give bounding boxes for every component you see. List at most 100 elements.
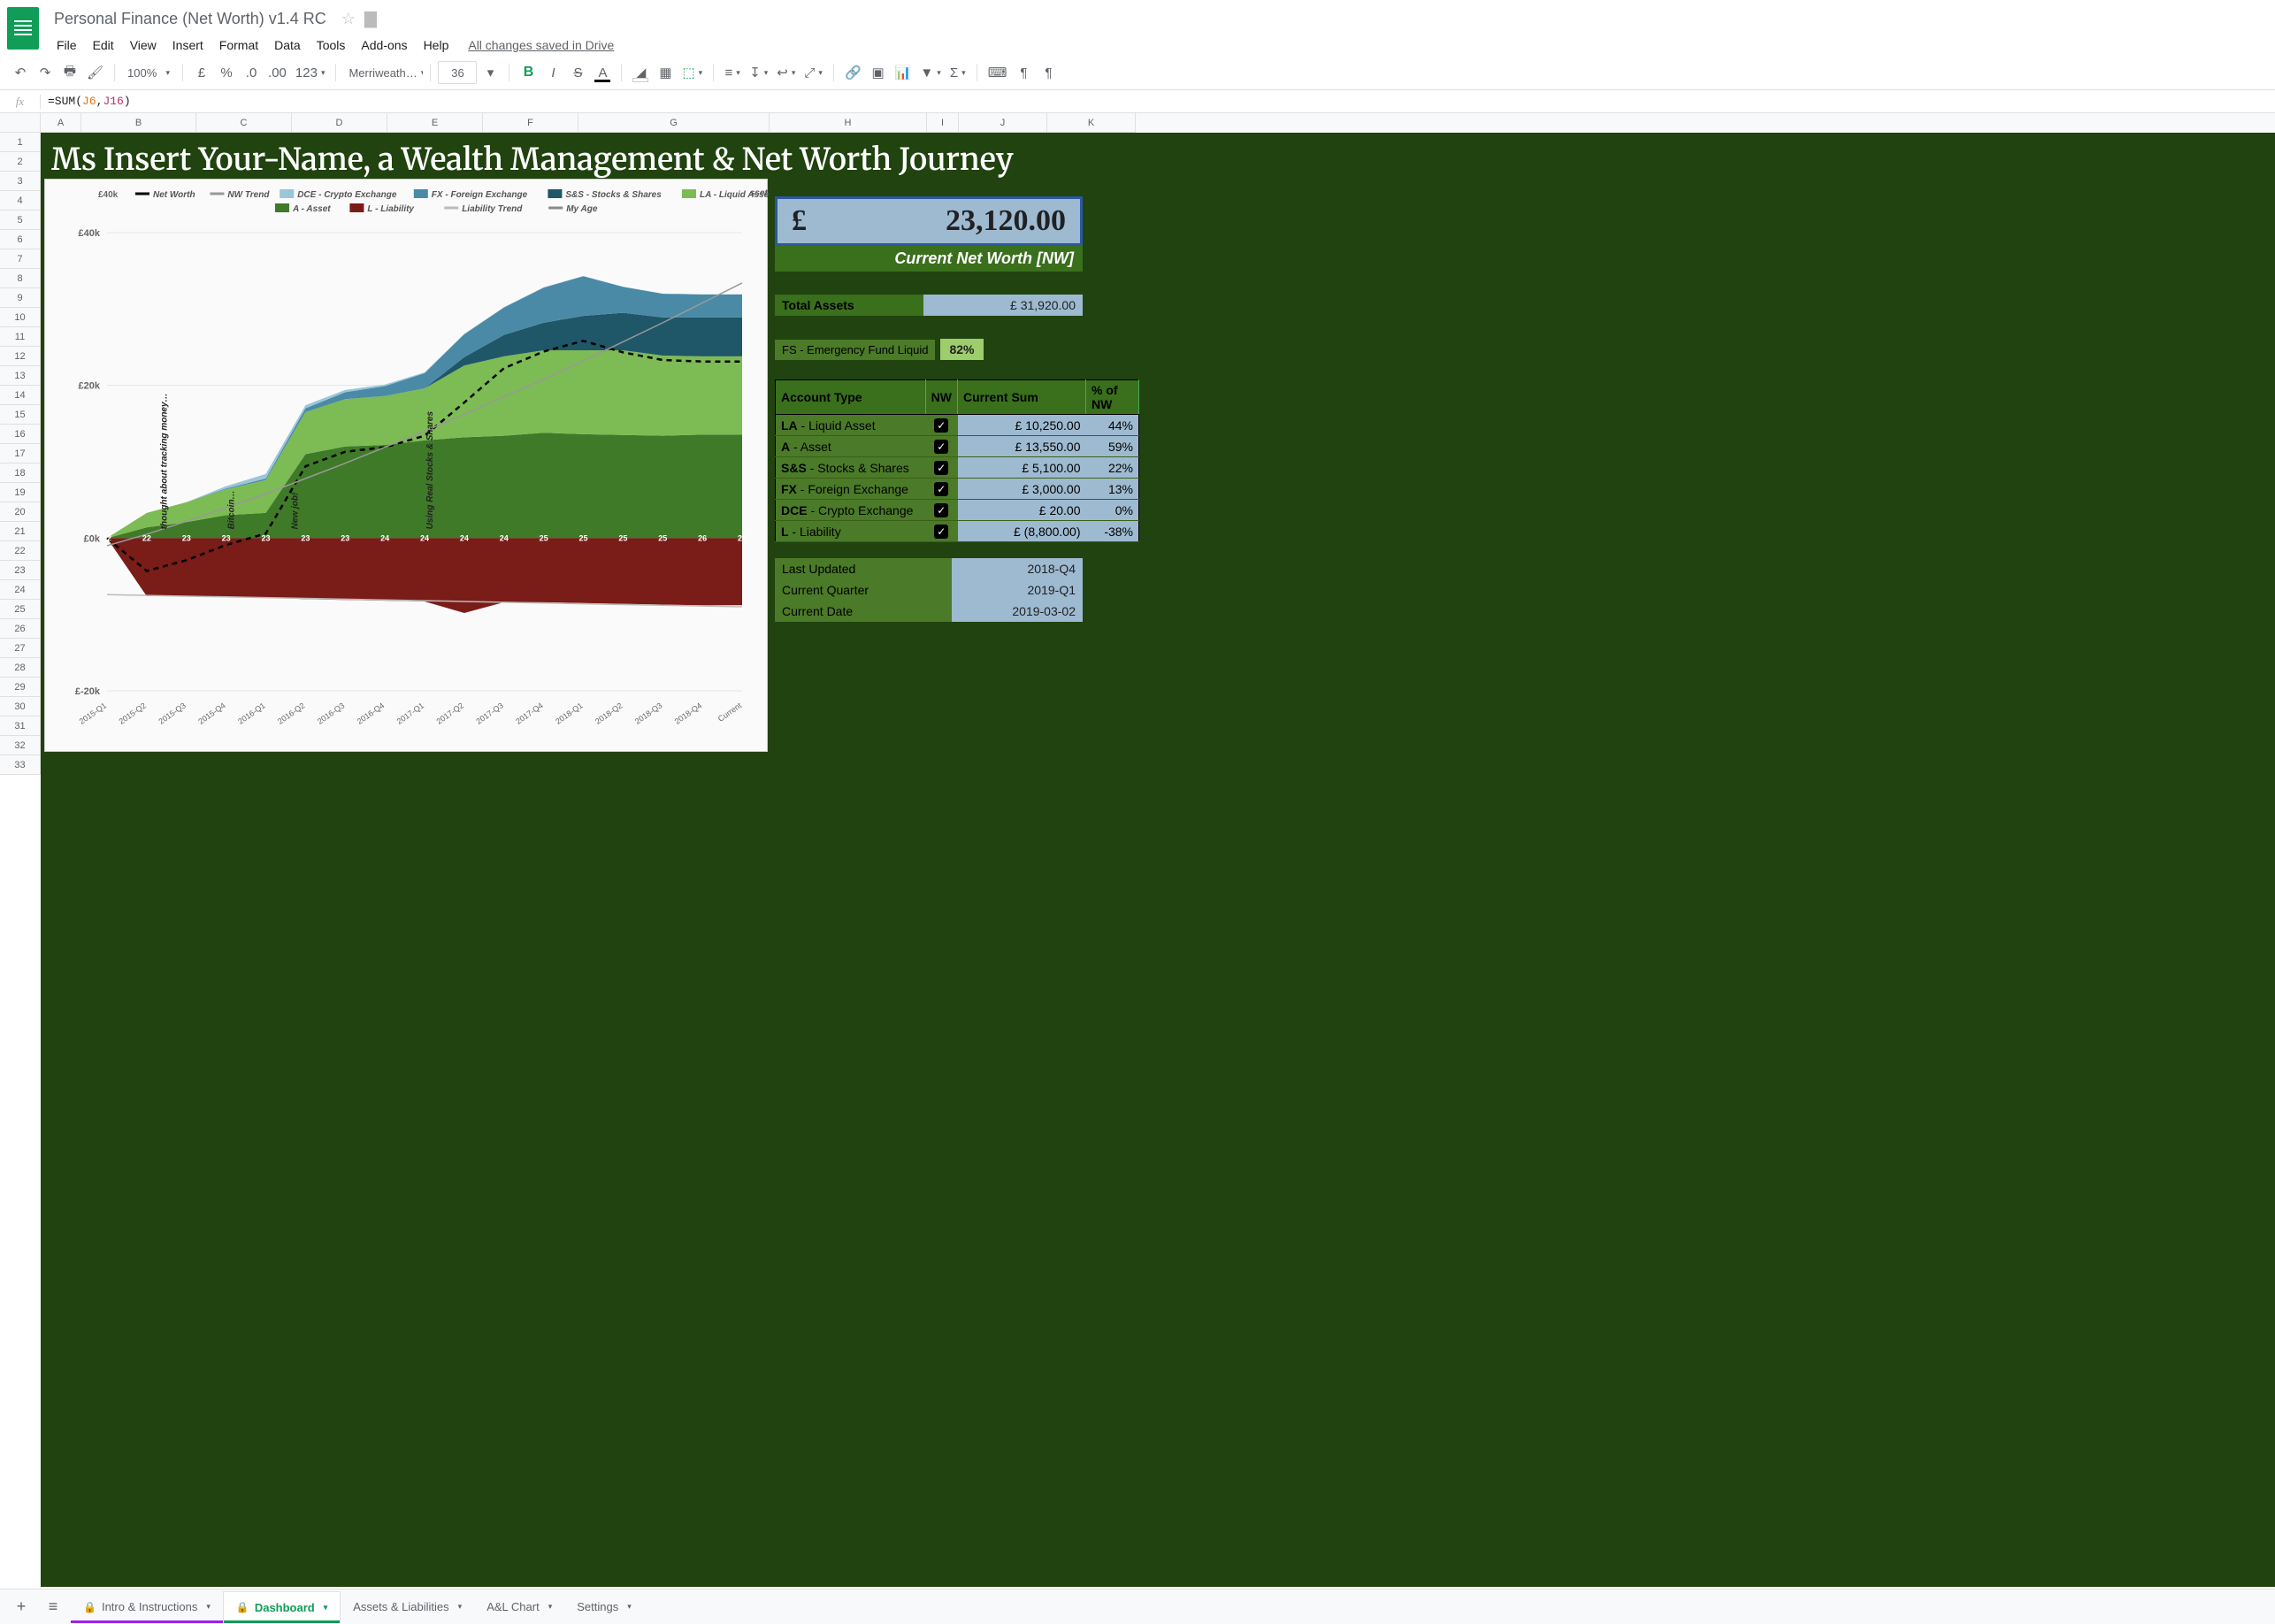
fill-color-button[interactable]: ◢: [629, 61, 652, 84]
col-header[interactable]: H: [770, 113, 927, 133]
row-header[interactable]: 17: [0, 444, 41, 463]
row-header[interactable]: 32: [0, 736, 41, 755]
col-header[interactable]: K: [1047, 113, 1136, 133]
more-formats-button[interactable]: 123: [292, 61, 329, 84]
tab-menu-icon[interactable]: ▾: [206, 1602, 211, 1612]
row-header[interactable]: 9: [0, 288, 41, 308]
row-header[interactable]: 20: [0, 502, 41, 522]
strikethrough-button[interactable]: S: [566, 61, 589, 84]
row-header[interactable]: 6: [0, 230, 41, 249]
row-header[interactable]: 21: [0, 522, 41, 541]
save-status[interactable]: All changes saved in Drive: [468, 38, 614, 52]
insert-chart-button[interactable]: 📊: [892, 61, 915, 84]
row-header[interactable]: 14: [0, 386, 41, 405]
row-header[interactable]: 7: [0, 249, 41, 269]
sheets-app-icon[interactable]: [7, 7, 39, 50]
row-header[interactable]: 8: [0, 269, 41, 288]
menu-view[interactable]: View: [123, 34, 164, 56]
row-header[interactable]: 23: [0, 561, 41, 580]
row-header[interactable]: 28: [0, 658, 41, 678]
row-header[interactable]: 26: [0, 619, 41, 639]
font-size-dropdown-icon[interactable]: ▾: [479, 61, 502, 84]
functions-button[interactable]: Σ: [946, 61, 969, 84]
increase-decimal-button[interactable]: .00: [264, 61, 290, 84]
account-nw-checkbox[interactable]: ✓: [925, 457, 957, 479]
col-header[interactable]: J: [959, 113, 1047, 133]
row-header[interactable]: 11: [0, 327, 41, 347]
input-tools-button[interactable]: ⌨: [984, 61, 1011, 84]
col-header[interactable]: F: [483, 113, 578, 133]
menu-help[interactable]: Help: [417, 34, 456, 56]
rtl-button[interactable]: ¶: [1012, 61, 1035, 84]
all-sheets-button[interactable]: ≡: [39, 1594, 67, 1620]
horizontal-align-button[interactable]: ≡: [721, 61, 744, 84]
tab-menu-icon[interactable]: ▾: [548, 1602, 553, 1612]
sheet-tab[interactable]: Settings▾: [564, 1591, 644, 1623]
formula-input[interactable]: =SUM(J6,J16): [41, 95, 2275, 108]
text-color-button[interactable]: A: [591, 61, 614, 84]
font-select[interactable]: Merriweath…: [343, 61, 423, 84]
redo-button[interactable]: ↷: [34, 61, 57, 84]
insert-comment-button[interactable]: ▣: [867, 61, 890, 84]
paint-format-button[interactable]: 🖌: [83, 61, 107, 84]
col-header[interactable]: G: [578, 113, 770, 133]
row-header[interactable]: 31: [0, 716, 41, 736]
sheet-tab[interactable]: A&L Chart▾: [474, 1591, 564, 1623]
row-header[interactable]: 2: [0, 152, 41, 172]
col-header[interactable]: D: [292, 113, 387, 133]
select-all-corner[interactable]: [0, 113, 41, 133]
row-header[interactable]: 30: [0, 697, 41, 716]
row-header[interactable]: 18: [0, 463, 41, 483]
folder-icon[interactable]: ▇: [364, 10, 377, 28]
menu-edit[interactable]: Edit: [86, 34, 121, 56]
row-header[interactable]: 13: [0, 366, 41, 386]
net-worth-chart[interactable]: £-20k£0k£20k£40k2015-Q12015-Q22015-Q3201…: [44, 179, 768, 752]
menu-format[interactable]: Format: [212, 34, 265, 56]
row-header[interactable]: 25: [0, 600, 41, 619]
row-header[interactable]: 29: [0, 678, 41, 697]
row-header[interactable]: 15: [0, 405, 41, 425]
col-header[interactable]: I: [927, 113, 959, 133]
tab-menu-icon[interactable]: ▾: [627, 1602, 632, 1612]
row-header[interactable]: 12: [0, 347, 41, 366]
vertical-align-button[interactable]: ↧: [746, 61, 771, 84]
menu-addons[interactable]: Add-ons: [354, 34, 414, 56]
print-button[interactable]: 🖶: [58, 61, 81, 84]
account-nw-checkbox[interactable]: ✓: [925, 500, 957, 521]
decrease-decimal-button[interactable]: .0: [240, 61, 263, 84]
tab-menu-icon[interactable]: ▾: [458, 1602, 463, 1612]
add-sheet-button[interactable]: +: [7, 1594, 35, 1620]
row-header[interactable]: 19: [0, 483, 41, 502]
bold-button[interactable]: B: [517, 61, 540, 84]
insert-link-button[interactable]: 🔗: [841, 61, 865, 84]
row-header[interactable]: 22: [0, 541, 41, 561]
zoom-select[interactable]: 100%: [122, 61, 175, 84]
account-nw-checkbox[interactable]: ✓: [925, 521, 957, 542]
font-size-input[interactable]: 36: [438, 61, 477, 84]
account-nw-checkbox[interactable]: ✓: [925, 436, 957, 457]
borders-button[interactable]: ▦: [654, 61, 677, 84]
row-header[interactable]: 24: [0, 580, 41, 600]
sheet-tab[interactable]: 🔒Dashboard▾: [223, 1591, 341, 1623]
ltr-button[interactable]: ¶: [1037, 61, 1060, 84]
col-header[interactable]: A: [41, 113, 81, 133]
sheet-tab[interactable]: 🔒Intro & Instructions▾: [71, 1591, 223, 1623]
row-header[interactable]: 3: [0, 172, 41, 191]
menu-file[interactable]: File: [50, 34, 84, 56]
star-icon[interactable]: ☆: [341, 10, 356, 28]
row-header[interactable]: 27: [0, 639, 41, 658]
menu-tools[interactable]: Tools: [310, 34, 353, 56]
row-header[interactable]: 33: [0, 755, 41, 775]
undo-button[interactable]: ↶: [9, 61, 32, 84]
account-nw-checkbox[interactable]: ✓: [925, 415, 957, 436]
row-header[interactable]: 5: [0, 211, 41, 230]
sheet-tab[interactable]: Assets & Liabilities▾: [341, 1591, 474, 1623]
col-header[interactable]: C: [196, 113, 292, 133]
text-wrap-button[interactable]: ↩: [773, 61, 799, 84]
col-header[interactable]: B: [81, 113, 196, 133]
merge-cells-button[interactable]: ⬚: [678, 61, 706, 84]
row-header[interactable]: 10: [0, 308, 41, 327]
row-header[interactable]: 16: [0, 425, 41, 444]
text-rotate-button[interactable]: ⤢: [800, 61, 826, 84]
tab-menu-icon[interactable]: ▾: [324, 1603, 328, 1613]
